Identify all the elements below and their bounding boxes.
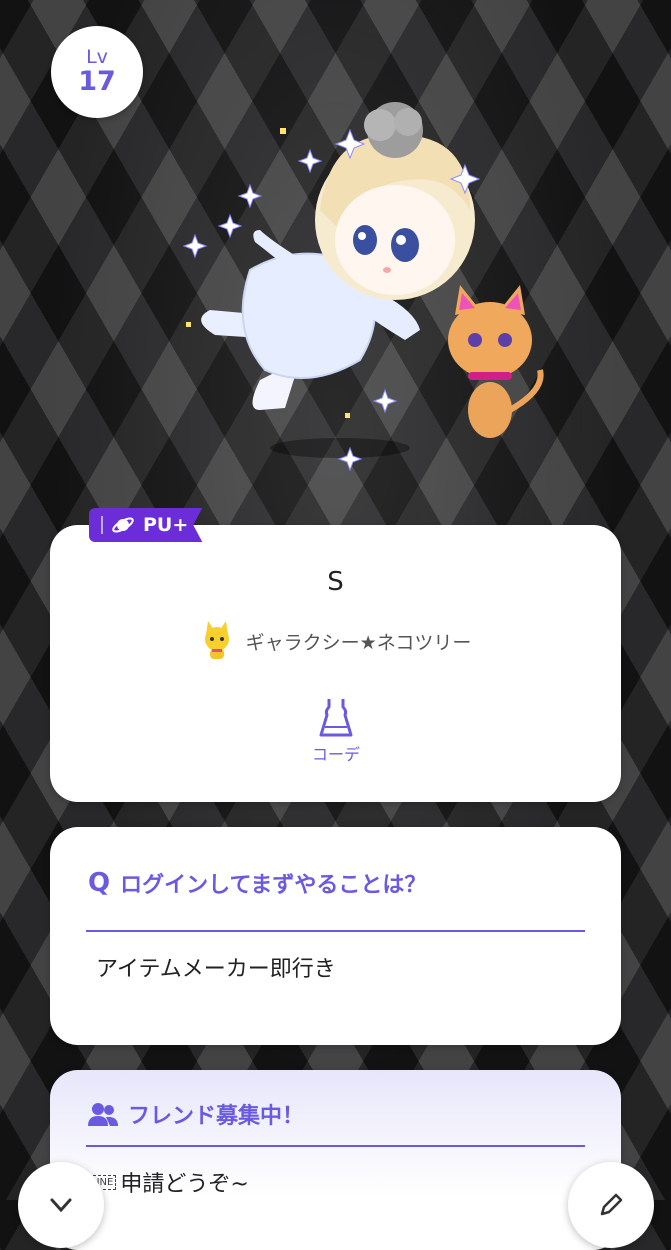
friend-message-text: 申請どうぞ~	[120, 1172, 249, 1197]
question-text: ログインしてまずやることは？	[120, 873, 427, 898]
friend-recruit-card: フレンド募集中！ LINE 申請どうぞ~	[50, 1070, 621, 1250]
level-badge: Lv 17	[51, 26, 143, 118]
qa-divider	[86, 930, 585, 932]
chevron-down-icon	[50, 1198, 72, 1213]
cat-tree-icon	[204, 621, 229, 659]
level-label: Lv	[86, 46, 108, 68]
pet-name: ギャラクシー★ネコツリー	[245, 631, 472, 654]
qa-answer: アイテムメーカー即行き	[96, 957, 336, 982]
dress-icon	[319, 699, 353, 737]
friend-title-text: フレンド募集中！	[128, 1104, 305, 1129]
q-mark: Q	[88, 868, 111, 898]
friend-message: LINE 申請どうぞ~	[88, 1166, 249, 1198]
avatar-illustration[interactable]	[150, 90, 570, 480]
user-name: S	[327, 567, 344, 597]
planet-icon	[112, 517, 134, 533]
friend-title: フレンド募集中！	[88, 1098, 304, 1130]
badge-bar	[101, 516, 103, 534]
level-value: 17	[78, 66, 116, 97]
coordinate-label: コーデ	[311, 745, 360, 764]
close-button[interactable]	[18, 1162, 104, 1248]
profile-card: S ギャラクシー★ネコツリー コーデ	[50, 525, 621, 802]
pu-plus-label: PU+	[143, 514, 189, 536]
pu-plus-badge: PU+	[89, 508, 203, 542]
qa-card: Q ログインしてまずやることは？ アイテムメーカー即行き	[50, 827, 621, 1045]
pet-row[interactable]: ギャラクシー★ネコツリー	[50, 619, 621, 663]
users-icon	[88, 1103, 118, 1126]
friend-divider	[86, 1145, 585, 1147]
qa-question: Q ログインしてまずやることは？	[88, 867, 426, 899]
pencil-icon	[600, 1193, 623, 1216]
edit-button[interactable]	[568, 1162, 654, 1248]
coordinate-button[interactable]: コーデ	[300, 697, 372, 767]
